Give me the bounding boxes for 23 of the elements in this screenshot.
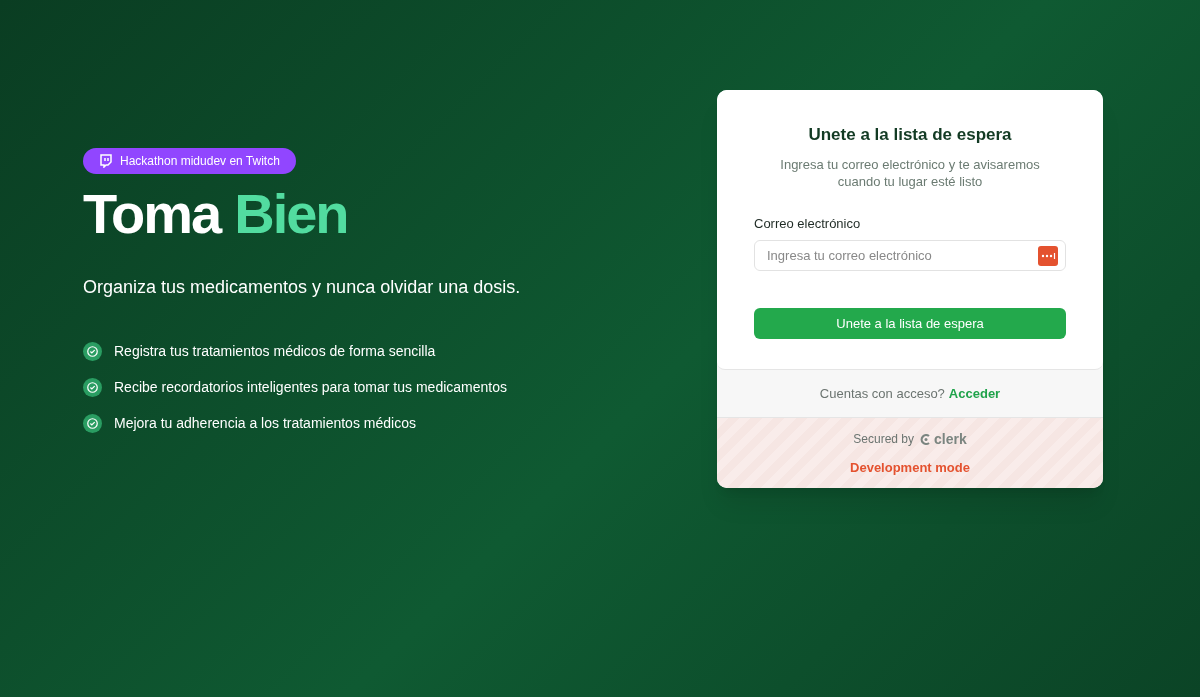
clerk-logo-icon (920, 432, 932, 446)
feature-text: Mejora tu adherencia a los tratamientos médicos (114, 414, 416, 433)
card-title: Unete a la lista de espera (808, 124, 1012, 146)
app-title: Toma (83, 182, 221, 246)
card-description: Ingresa tu correo electrónico y te avisaremos cuando tu lugar esté listo (779, 155, 1041, 190)
check-circle-icon (83, 414, 102, 433)
dev-mode-label: Development mode (850, 458, 970, 477)
tagline: Organiza tus medicamentos y nunca olvidar una dosis. (83, 276, 521, 299)
check-circle-icon (83, 378, 102, 397)
feature-text: Registra tus tratamientos médicos de forma sencilla (114, 342, 436, 361)
app-title-accent: Bien (234, 182, 348, 246)
check-circle-icon (83, 342, 102, 361)
secured-by-text: Secured by (853, 431, 914, 449)
password-manager-icon[interactable] (1038, 245, 1058, 266)
event-badge: Hackathon midudev en Twitch (83, 148, 296, 174)
clerk-brand: clerk (934, 429, 967, 449)
sign-in-link[interactable]: Acceder (948, 383, 1001, 404)
email-label: Correo electrónico (754, 214, 861, 233)
email-field[interactable]: Ingresa tu correo electrónico (754, 240, 1066, 271)
footer-prompt: Cuentas con acceso? (819, 384, 945, 403)
feature-text: Recibe recordatorios inteligentes para tomar tus medicamentos (114, 378, 507, 397)
join-waitlist-button[interactable]: Unete a la lista de espera (754, 308, 1066, 339)
chat-bubble-icon (99, 154, 112, 168)
